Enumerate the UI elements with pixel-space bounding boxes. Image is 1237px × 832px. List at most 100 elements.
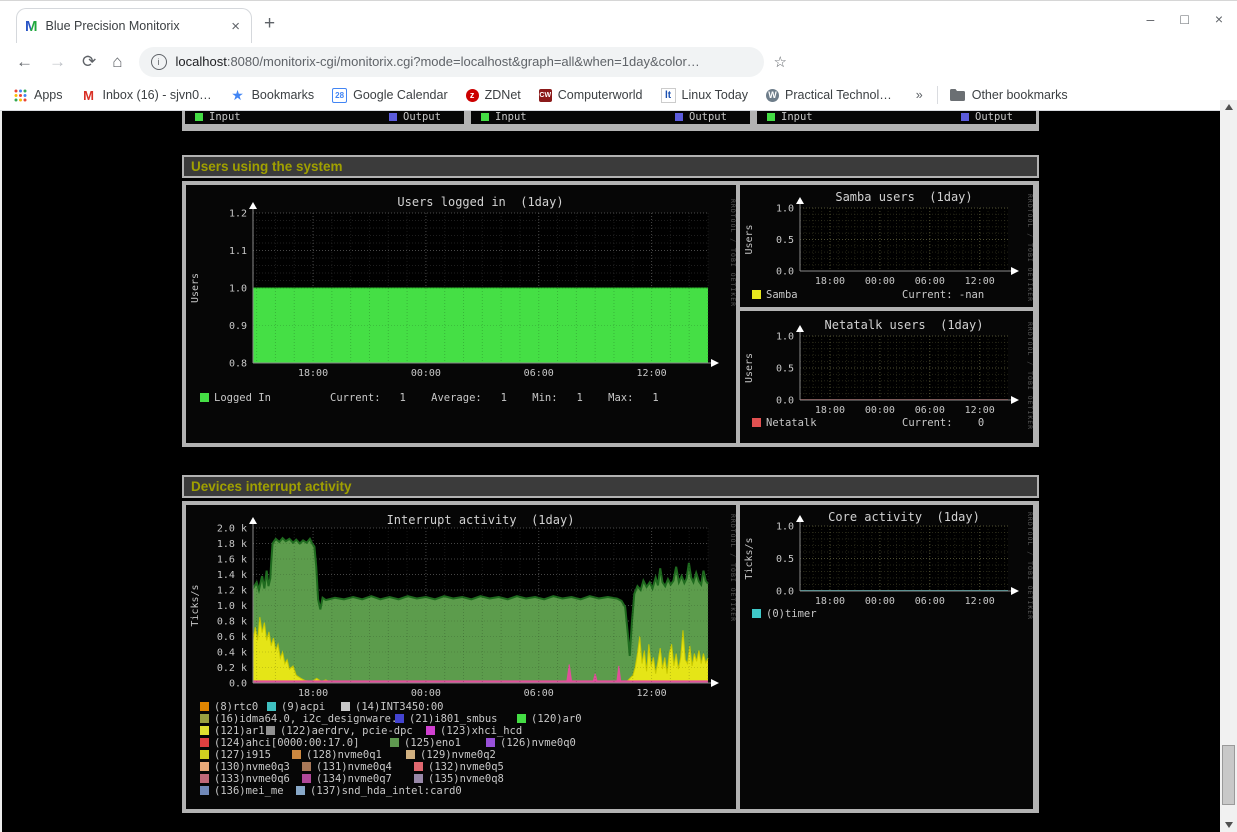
interrupts-section: Interrupt activity (1day)Ticks/s0.00.2 k… xyxy=(182,501,1039,813)
tab-title: Blue Precision Monitorix xyxy=(46,19,229,33)
svg-text:(9)acpi: (9)acpi xyxy=(281,701,325,713)
netatalk-users-graph[interactable]: Netatalk users (1day)Users0.00.51.018:00… xyxy=(740,311,1033,443)
svg-text:(8)rtc0: (8)rtc0 xyxy=(214,701,258,713)
svg-text:18:00: 18:00 xyxy=(298,688,328,699)
window-minimize-button[interactable]: – xyxy=(1147,11,1155,27)
output-label: Output xyxy=(403,111,441,123)
bookmark-star-icon[interactable]: ☆ xyxy=(774,53,787,71)
svg-text:1.2: 1.2 xyxy=(229,209,247,220)
bookmark-zdnet[interactable]: z ZDNet xyxy=(466,88,521,102)
svg-text:0.5: 0.5 xyxy=(776,364,794,375)
bookmark-inbox[interactable]: M Inbox (16) - sjvn0… xyxy=(81,87,212,103)
new-tab-button[interactable]: + xyxy=(264,13,275,35)
svg-text:1.1: 1.1 xyxy=(229,246,247,257)
svg-text:Users: Users xyxy=(190,273,201,303)
section-title: Users using the system xyxy=(184,159,343,174)
forward-button[interactable]: → xyxy=(49,52,66,72)
svg-text:(123)xhci_hcd: (123)xhci_hcd xyxy=(440,725,522,737)
output-label: Output xyxy=(975,111,1013,123)
svg-text:Samba users (1day): Samba users (1day) xyxy=(835,190,972,204)
reload-button[interactable]: ⟳ xyxy=(82,52,96,72)
section-title: Devices interrupt activity xyxy=(184,479,352,494)
window-close-button[interactable]: × xyxy=(1215,11,1223,27)
browser-chrome: M Blue Precision Monitorix × + – □ × ← →… xyxy=(0,0,1237,112)
scroll-down-arrow[interactable] xyxy=(1220,818,1237,832)
svg-text:Users logged in (1day): Users logged in (1day) xyxy=(397,195,563,209)
svg-text:Netatalk users (1day): Netatalk users (1day) xyxy=(825,318,984,332)
svg-text:(132)nvme0q5: (132)nvme0q5 xyxy=(428,761,504,773)
url-bar[interactable]: i localhost:8080/monitorix-cgi/monitorix… xyxy=(139,47,764,77)
bookmark-apps[interactable]: Apps xyxy=(12,87,63,103)
window-maximize-button[interactable]: □ xyxy=(1180,11,1188,27)
bookmarks-separator xyxy=(937,86,938,104)
svg-text:1.6 k: 1.6 k xyxy=(217,555,247,566)
svg-text:0.5: 0.5 xyxy=(776,235,794,246)
bookmark-google-calendar[interactable]: 28 Google Calendar xyxy=(332,88,448,103)
svg-text:1.0 k: 1.0 k xyxy=(217,601,247,612)
svg-text:Current: 0: Current: 0 xyxy=(902,417,984,429)
svg-text:12:00: 12:00 xyxy=(965,405,995,416)
svg-text:06:00: 06:00 xyxy=(915,596,945,607)
partial-graph[interactable]: Input Output xyxy=(471,111,750,124)
scrollbar-thumb[interactable] xyxy=(1222,745,1235,805)
svg-text:(121)ar1: (121)ar1 xyxy=(214,725,265,737)
svg-text:Core activity (1day): Core activity (1day) xyxy=(828,510,980,524)
svg-text:(130)nvme0q3: (130)nvme0q3 xyxy=(214,761,290,773)
svg-text:2.0 k: 2.0 k xyxy=(217,524,247,535)
previous-section-bottom: Input Output Input Output Input Output xyxy=(182,111,1039,131)
svg-text:1.0: 1.0 xyxy=(776,204,794,215)
svg-text:(127)i915: (127)i915 xyxy=(214,749,271,761)
users-logged-in-graph[interactable]: Users logged in (1day)Users0.80.91.01.11… xyxy=(186,185,736,443)
svg-text:Netatalk: Netatalk xyxy=(766,417,817,429)
partial-graph[interactable]: Input Output xyxy=(757,111,1036,124)
svg-text:18:00: 18:00 xyxy=(815,276,845,287)
users-right-column: Samba users (1day)Users0.00.51.018:0000:… xyxy=(740,185,1033,443)
url-path: :8080/monitorix-cgi/monitorix.cgi?mode=l… xyxy=(227,54,700,69)
back-button[interactable]: ← xyxy=(16,52,33,72)
other-bookmarks[interactable]: Other bookmarks xyxy=(950,87,1068,103)
output-label: Output xyxy=(689,111,727,123)
svg-text:Ticks/s: Ticks/s xyxy=(744,537,755,579)
bookmark-label: Google Calendar xyxy=(353,88,448,102)
svg-text:12:00: 12:00 xyxy=(965,276,995,287)
interrupt-activity-graph[interactable]: Interrupt activity (1day)Ticks/s0.00.2 k… xyxy=(186,505,736,809)
site-info-icon[interactable]: i xyxy=(151,54,167,70)
input-swatch xyxy=(195,113,203,121)
svg-text:(137)snd_hda_intel:card0: (137)snd_hda_intel:card0 xyxy=(310,785,462,797)
tab-close-icon[interactable]: × xyxy=(228,18,243,35)
browser-toolbar: ← → ⟳ ⌂ i localhost:8080/monitorix-cgi/m… xyxy=(0,43,1237,80)
tab-strip: M Blue Precision Monitorix × + – □ × xyxy=(0,1,1237,43)
svg-text:1.4 k: 1.4 k xyxy=(217,570,247,581)
output-swatch xyxy=(675,113,683,121)
core-activity-graph[interactable]: Core activity (1day)Ticks/s0.00.51.018:0… xyxy=(740,505,1033,625)
scrollbar[interactable] xyxy=(1220,100,1237,832)
partial-graph[interactable]: Input Output xyxy=(185,111,464,124)
samba-users-graph[interactable]: Samba users (1day)Users0.00.51.018:0000:… xyxy=(740,185,1033,307)
svg-text:00:00: 00:00 xyxy=(865,596,895,607)
svg-text:06:00: 06:00 xyxy=(915,405,945,416)
svg-text:Interrupt activity (1day): Interrupt activity (1day) xyxy=(387,513,575,527)
input-swatch xyxy=(767,113,775,121)
svg-text:(125)eno1: (125)eno1 xyxy=(404,737,461,749)
svg-text:RRDTOOL / TOBI OETIKER: RRDTOOL / TOBI OETIKER xyxy=(729,199,736,307)
bookmark-practical-technology[interactable]: W Practical Technol… xyxy=(766,88,892,102)
scroll-up-arrow[interactable] xyxy=(1220,100,1237,114)
svg-text:(21)i801_smbus: (21)i801_smbus xyxy=(409,713,498,725)
svg-text:(16)idma64.0, i2c_designware.0: (16)idma64.0, i2c_designware.0 xyxy=(214,713,404,725)
svg-text:1.2 k: 1.2 k xyxy=(217,586,247,597)
bookmark-label: ZDNet xyxy=(485,88,521,102)
svg-text:0.2 k: 0.2 k xyxy=(217,663,247,674)
bookmarks-overflow-chevron[interactable]: » xyxy=(916,88,923,102)
gmail-m-icon: M xyxy=(81,87,97,103)
linux-today-icon: lt xyxy=(661,88,676,103)
bookmark-linux-today[interactable]: lt Linux Today xyxy=(661,88,749,103)
svg-text:(133)nvme0q6: (133)nvme0q6 xyxy=(214,773,290,785)
browser-tab[interactable]: M Blue Precision Monitorix × xyxy=(16,8,252,43)
svg-text:(135)nvme0q8: (135)nvme0q8 xyxy=(428,773,504,785)
home-button[interactable]: ⌂ xyxy=(112,52,122,72)
svg-text:0.0: 0.0 xyxy=(776,396,794,407)
bookmark-bookmarks[interactable]: ★ Bookmarks xyxy=(230,87,315,103)
svg-text:(129)nvme0q2: (129)nvme0q2 xyxy=(420,749,496,761)
bookmark-computerworld[interactable]: CW Computerworld xyxy=(539,88,643,102)
svg-text:0.8 k: 0.8 k xyxy=(217,617,247,628)
